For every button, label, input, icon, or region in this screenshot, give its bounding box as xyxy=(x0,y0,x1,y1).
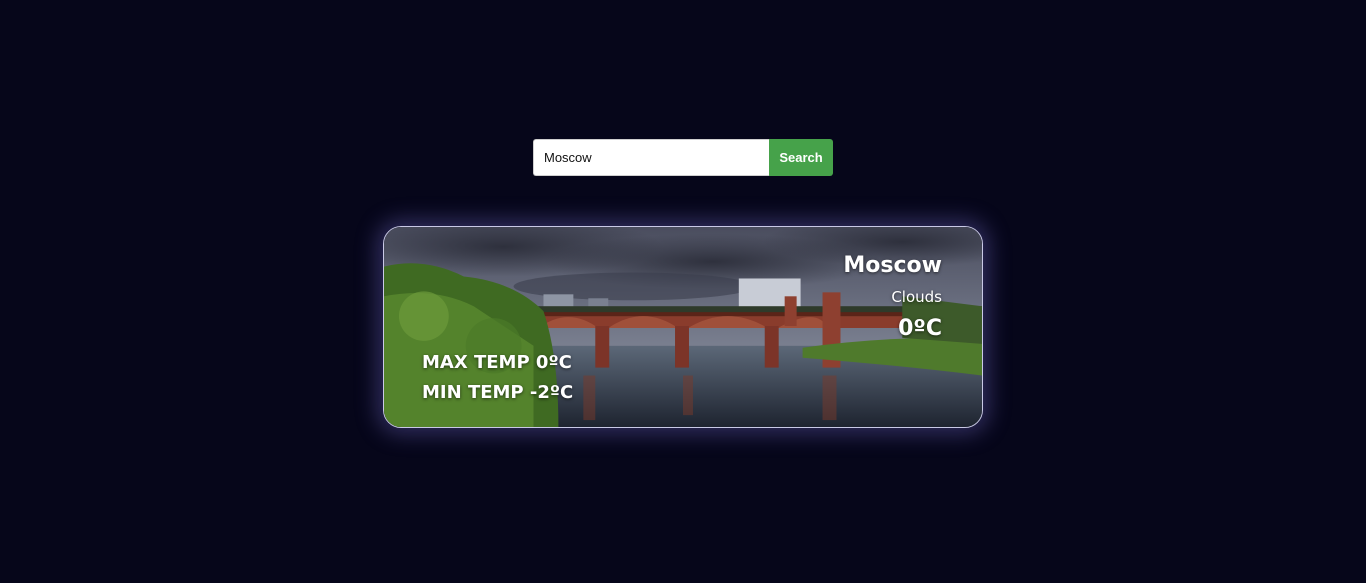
max-temperature: MAX TEMP 0ºC xyxy=(422,352,572,373)
search-bar: Search xyxy=(533,139,833,176)
current-temperature: 0ºC xyxy=(898,316,942,341)
search-input[interactable] xyxy=(533,139,769,176)
weather-app: Search xyxy=(0,0,1366,583)
weather-condition: Clouds xyxy=(891,288,942,306)
search-button[interactable]: Search xyxy=(769,139,833,176)
city-name: Moscow xyxy=(843,253,942,278)
weather-card: Moscow Clouds 0ºC MAX TEMP 0ºC MIN TEMP … xyxy=(383,226,983,428)
min-temperature: MIN TEMP -2ºC xyxy=(422,382,574,403)
